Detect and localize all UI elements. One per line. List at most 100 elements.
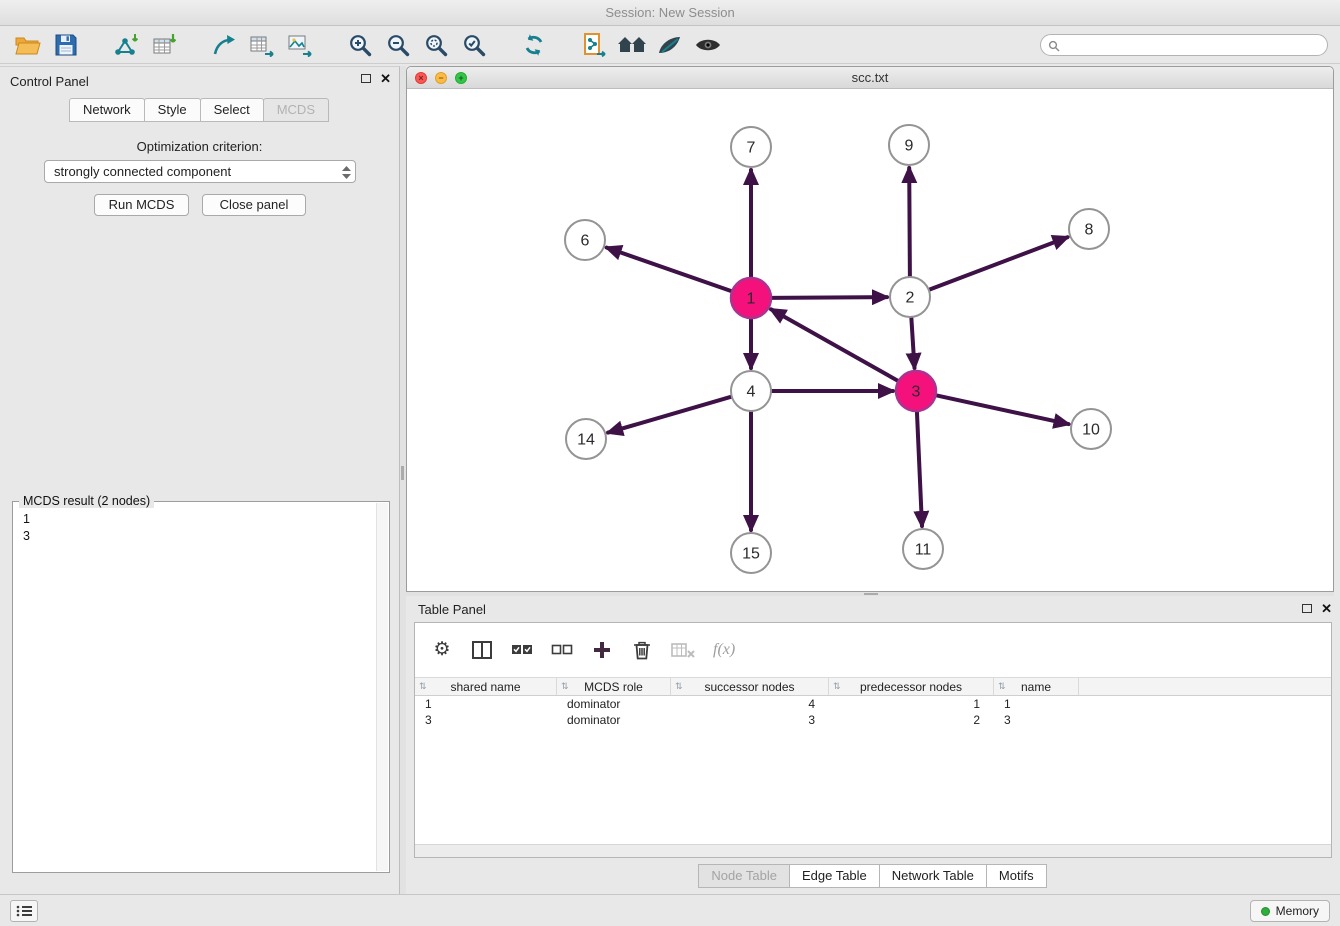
criterion-select[interactable]: strongly connected component — [44, 160, 356, 183]
svg-text:8: 8 — [1085, 222, 1094, 239]
deselect-all-columns-button[interactable] — [551, 638, 573, 662]
svg-text:14: 14 — [577, 432, 595, 449]
zoom-fit-button[interactable] — [420, 29, 452, 61]
sort-icon: ⇅ — [998, 681, 1006, 692]
zoom-selected-button[interactable] — [458, 29, 490, 61]
show-graphics-details-button[interactable] — [692, 29, 724, 61]
tab-network-table[interactable]: Network Table — [879, 864, 987, 888]
tab-mcds[interactable]: MCDS — [263, 98, 329, 122]
copy-network-button[interactable] — [578, 29, 610, 61]
save-session-button[interactable] — [50, 29, 82, 61]
show-columns-button[interactable] — [471, 638, 493, 662]
search-input[interactable] — [1040, 34, 1328, 56]
tab-motifs[interactable]: Motifs — [986, 864, 1047, 888]
graph-node-7[interactable]: 7 — [731, 127, 771, 167]
graph-node-15[interactable]: 15 — [731, 533, 771, 573]
graph-node-1[interactable]: 1 — [731, 278, 771, 318]
svg-text:15: 15 — [742, 546, 760, 563]
control-panel-title: Control Panel — [10, 74, 89, 89]
tab-style[interactable]: Style — [144, 98, 201, 122]
graph-node-3[interactable]: 3 — [896, 371, 936, 411]
mcds-result-list: 13 — [13, 502, 389, 554]
create-column-button[interactable] — [591, 638, 613, 662]
task-history-button[interactable] — [10, 900, 38, 922]
tab-select[interactable]: Select — [200, 98, 264, 122]
result-scrollbar[interactable] — [376, 503, 388, 871]
export-image-button[interactable] — [284, 29, 316, 61]
run-mcds-button[interactable]: Run MCDS — [94, 194, 189, 216]
select-all-columns-button[interactable] — [511, 638, 533, 662]
network-graph[interactable]: 1 2 3 4 6 7 8 9 10 11 14 15 — [407, 89, 1333, 592]
column-header-mcds-role[interactable]: ⇅MCDS role — [557, 678, 671, 695]
graph-node-4[interactable]: 4 — [731, 371, 771, 411]
refresh-layout-button[interactable] — [518, 29, 550, 61]
table-cell: dominator — [557, 697, 671, 711]
column-header-shared-name[interactable]: ⇅shared name — [415, 678, 557, 695]
graph-edge-2-8[interactable] — [929, 237, 1068, 290]
graph-edge-2-9[interactable] — [909, 168, 910, 277]
delete-table-button[interactable] — [671, 638, 695, 662]
function-builder-button[interactable]: f(x) — [713, 638, 735, 662]
close-panel-icon[interactable]: ✕ — [380, 73, 391, 84]
table-cell: 2 — [829, 713, 994, 727]
float-table-panel-icon[interactable] — [1302, 604, 1312, 613]
trash-icon — [633, 640, 651, 660]
open-session-button[interactable] — [12, 29, 44, 61]
zoom-out-button[interactable] — [382, 29, 414, 61]
graph-edge-2-3[interactable] — [911, 317, 914, 368]
svg-text:3: 3 — [912, 384, 921, 401]
graph-edge-3-11[interactable] — [917, 411, 922, 526]
column-header-name[interactable]: ⇅name — [994, 678, 1079, 695]
graph-node-2[interactable]: 2 — [890, 277, 930, 317]
graph-node-6[interactable]: 6 — [565, 220, 605, 260]
network-window-titlebar[interactable]: × − + scc.txt — [407, 67, 1333, 89]
zoom-in-button[interactable] — [344, 29, 376, 61]
graph-node-9[interactable]: 9 — [889, 125, 929, 165]
table-cell: 4 — [671, 697, 829, 711]
memory-button[interactable]: Memory — [1250, 900, 1330, 922]
graph-node-14[interactable]: 14 — [566, 419, 606, 459]
table-row[interactable]: 3dominator323 — [415, 712, 1331, 728]
graph-node-11[interactable]: 11 — [903, 529, 943, 569]
floppy-disk-icon — [55, 34, 77, 56]
table-settings-button[interactable]: ⚙ — [431, 638, 453, 662]
table-hscrollbar[interactable] — [415, 844, 1331, 857]
close-window-button[interactable]: × — [415, 72, 427, 84]
tab-network[interactable]: Network — [69, 98, 145, 122]
tab-edge-table[interactable]: Edge Table — [789, 864, 880, 888]
delete-column-button[interactable] — [631, 638, 653, 662]
graph-node-8[interactable]: 8 — [1069, 209, 1109, 249]
cyndex-home-button[interactable] — [616, 29, 648, 61]
result-item[interactable]: 3 — [23, 528, 379, 545]
app-titlebar[interactable]: Session: New Session — [0, 0, 1340, 26]
minimize-window-button[interactable]: − — [435, 72, 447, 84]
style-brush-icon — [657, 33, 683, 57]
new-network-button[interactable] — [208, 29, 240, 61]
float-panel-icon[interactable] — [361, 74, 371, 83]
graph-edge-1-6[interactable] — [607, 248, 732, 292]
graph-edge-3-1[interactable] — [771, 309, 899, 381]
result-item[interactable]: 1 — [23, 511, 379, 528]
graph-edge-4-14[interactable] — [608, 397, 732, 433]
column-header-successor-nodes[interactable]: ⇅successor nodes — [671, 678, 829, 695]
graph-edge-1-2[interactable] — [771, 297, 887, 298]
gear-icon: ⚙ — [433, 640, 450, 660]
checked-boxes-icon — [511, 643, 533, 657]
import-table-button[interactable] — [148, 29, 180, 61]
table-row[interactable]: 1dominator411 — [415, 696, 1331, 712]
close-panel-button[interactable]: Close panel — [202, 194, 306, 216]
import-network-button[interactable] — [110, 29, 142, 61]
tab-node-table[interactable]: Node Table — [698, 864, 790, 888]
graph-node-10[interactable]: 10 — [1071, 409, 1111, 449]
maximize-window-button[interactable]: + — [455, 72, 467, 84]
export-table-button[interactable] — [246, 29, 278, 61]
apply-style-button[interactable] — [654, 29, 686, 61]
column-label: successor nodes — [704, 680, 794, 694]
close-table-panel-icon[interactable]: ✕ — [1321, 603, 1332, 614]
column-header-predecessor-nodes[interactable]: ⇅predecessor nodes — [829, 678, 994, 695]
traffic-lights: × − + — [415, 72, 467, 84]
column-label: predecessor nodes — [860, 680, 962, 694]
graph-edge-3-10[interactable] — [936, 395, 1069, 424]
export-image-icon — [287, 33, 313, 57]
zoom-in-icon — [347, 32, 373, 58]
